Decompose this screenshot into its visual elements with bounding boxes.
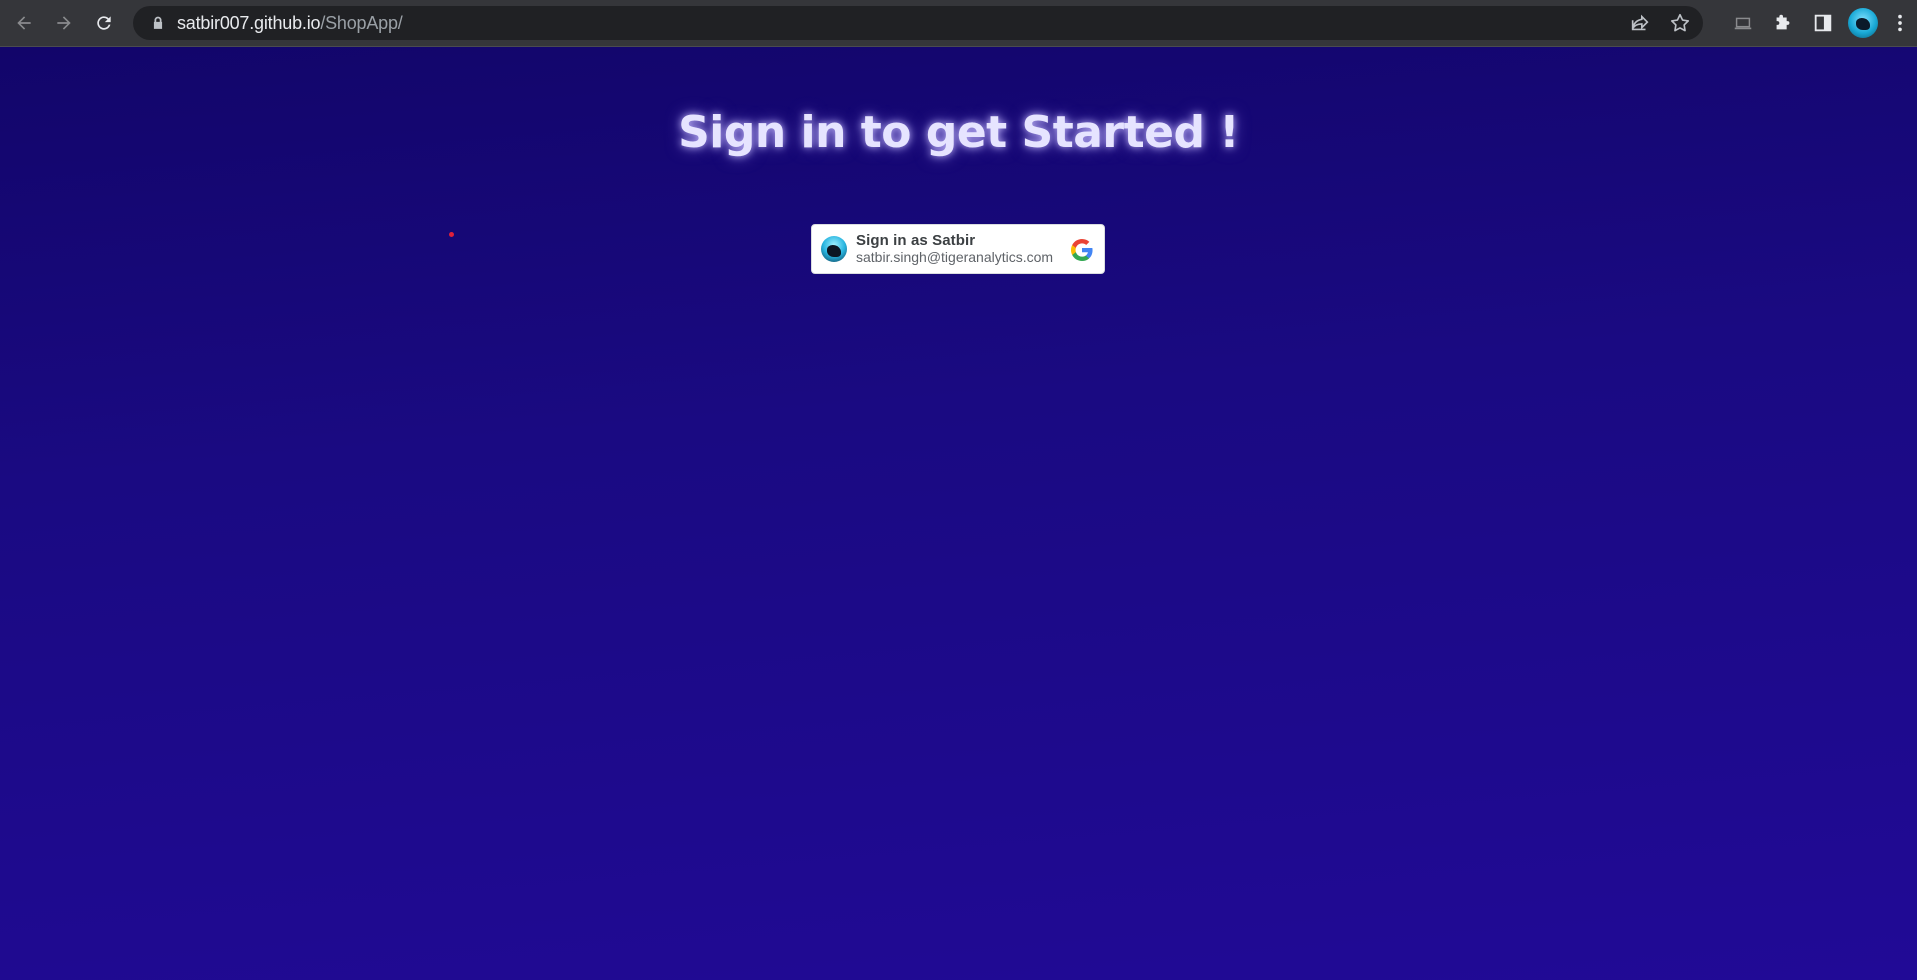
- google-signin-button[interactable]: Sign in as Satbir satbir.singh@tigeranal…: [811, 224, 1105, 274]
- reload-button[interactable]: [84, 0, 124, 46]
- back-button[interactable]: [4, 0, 44, 46]
- avatar: [821, 236, 847, 262]
- avatar: [1848, 8, 1878, 38]
- address-bar[interactable]: satbir007.github.io/ShopApp/: [133, 6, 1703, 40]
- url-path: /ShopApp/: [320, 12, 403, 33]
- cursor-dot: [449, 232, 454, 237]
- menu-button[interactable]: [1883, 0, 1917, 46]
- extensions-button[interactable]: [1763, 0, 1803, 46]
- arrow-forward-icon: [57, 16, 71, 30]
- share-icon[interactable]: [1629, 12, 1651, 34]
- google-logo-icon: [1071, 239, 1093, 261]
- reload-icon: [97, 16, 111, 30]
- forward-button[interactable]: [44, 0, 84, 46]
- laptop-icon: [1734, 17, 1752, 30]
- url-text[interactable]: satbir007.github.io/ShopApp/: [177, 13, 403, 34]
- puzzle-icon: [1776, 14, 1790, 30]
- arrow-back-icon: [17, 16, 31, 30]
- star-icon[interactable]: [1669, 12, 1691, 34]
- side-panel-button[interactable]: [1803, 0, 1843, 46]
- cast-button[interactable]: [1723, 0, 1763, 46]
- url-host: satbir007.github.io: [177, 12, 321, 33]
- signin-label: Sign in as Satbir: [856, 232, 976, 249]
- signin-email: satbir.singh@tigeranalytics.com: [856, 249, 1054, 265]
- lock-icon[interactable]: [151, 16, 165, 30]
- browser-toolbar: satbir007.github.io/ShopApp/: [0, 0, 1917, 46]
- page-content: Sign in to get Started ! Sign in as Satb…: [0, 47, 1917, 980]
- signin-text: Sign in as Satbir satbir.singh@tigeranal…: [856, 232, 1053, 266]
- page-title: Sign in to get Started !: [678, 107, 1239, 158]
- profile-button[interactable]: [1843, 0, 1883, 46]
- side-panel-icon: [1814, 14, 1832, 32]
- kebab-menu-icon: [1898, 14, 1902, 32]
